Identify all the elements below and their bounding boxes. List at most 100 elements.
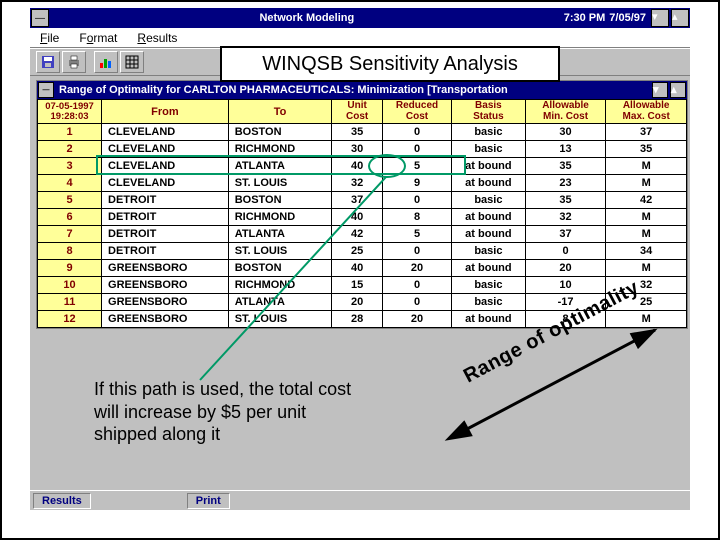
- overlay-title: WINQSB Sensitivity Analysis: [220, 46, 560, 82]
- cell-basis-status: basic: [452, 124, 526, 141]
- clock-date: 7/05/97: [609, 12, 650, 24]
- cell-allow-min: 32: [525, 209, 606, 226]
- menu-results[interactable]: Results: [127, 29, 187, 47]
- cell-to: ATLANTA: [228, 158, 332, 175]
- cell-basis-status: at bound: [452, 158, 526, 175]
- row-number: 4: [38, 175, 102, 192]
- col-allowable-min: AllowableMin. Cost: [525, 100, 606, 124]
- doc-minimize-button[interactable]: ▾: [652, 82, 668, 98]
- cell-basis-status: basic: [452, 277, 526, 294]
- cell-allow-min: 13: [525, 141, 606, 158]
- maximize-button[interactable]: ▴: [671, 9, 689, 27]
- cell-from: CLEVELAND: [102, 158, 229, 175]
- table-row[interactable]: 3CLEVELANDATLANTA405at bound35M: [38, 158, 687, 175]
- table-row[interactable]: 6DETROITRICHMOND408at bound32M: [38, 209, 687, 226]
- menu-file[interactable]: File: [30, 29, 69, 47]
- table-row[interactable]: 1CLEVELANDBOSTON350basic3037: [38, 124, 687, 141]
- cell-basis-status: at bound: [452, 260, 526, 277]
- table-row[interactable]: 8DETROITST. LOUIS250basic034: [38, 243, 687, 260]
- cell-unit-cost: 37: [332, 192, 383, 209]
- chart-icon[interactable]: [94, 51, 118, 73]
- document-window: — Range of Optimality for CARLTON PHARMA…: [36, 80, 688, 329]
- cell-from: DETROIT: [102, 226, 229, 243]
- cell-allow-min: 10: [525, 277, 606, 294]
- cell-from: DETROIT: [102, 243, 229, 260]
- cell-allow-max: M: [606, 158, 687, 175]
- table-row[interactable]: 7DETROITATLANTA425at bound37M: [38, 226, 687, 243]
- cell-from: GREENSBORO: [102, 277, 229, 294]
- cell-allow-max: M: [606, 260, 687, 277]
- cell-from: GREENSBORO: [102, 311, 229, 328]
- cell-unit-cost: 32: [332, 175, 383, 192]
- cell-reduced-cost: 0: [382, 124, 451, 141]
- cell-allow-min: 20: [525, 260, 606, 277]
- cell-unit-cost: 20: [332, 294, 383, 311]
- cell-reduced-cost: 0: [382, 277, 451, 294]
- row-number: 1: [38, 124, 102, 141]
- doc-maximize-button[interactable]: ▴: [670, 82, 686, 98]
- cell-allow-max: M: [606, 175, 687, 192]
- col-allowable-max: AllowableMax. Cost: [606, 100, 687, 124]
- cell-reduced-cost: 0: [382, 141, 451, 158]
- explanation-caption: If this path is used, the total cost wil…: [94, 378, 424, 446]
- cell-reduced-cost: 20: [382, 260, 451, 277]
- cell-basis-status: at bound: [452, 226, 526, 243]
- cell-from: CLEVELAND: [102, 124, 229, 141]
- print-icon[interactable]: [62, 51, 86, 73]
- cell-to: ST. LOUIS: [228, 311, 332, 328]
- cell-to: BOSTON: [228, 260, 332, 277]
- minimize-button[interactable]: ▾: [651, 9, 669, 27]
- table-row[interactable]: 5DETROITBOSTON370basic3542: [38, 192, 687, 209]
- cell-unit-cost: 28: [332, 311, 383, 328]
- row-number: 12: [38, 311, 102, 328]
- col-basis-status: BasisStatus: [452, 100, 526, 124]
- cell-to: BOSTON: [228, 192, 332, 209]
- col-from: From: [102, 100, 229, 124]
- cell-to: RICHMOND: [228, 141, 332, 158]
- cell-basis-status: at bound: [452, 209, 526, 226]
- cell-allow-min: 0: [525, 243, 606, 260]
- cell-from: GREENSBORO: [102, 294, 229, 311]
- row-number: 6: [38, 209, 102, 226]
- table-row[interactable]: 10GREENSBORORICHMOND150basic1032: [38, 277, 687, 294]
- cell-unit-cost: 40: [332, 260, 383, 277]
- cell-reduced-cost: 5: [382, 226, 451, 243]
- cell-to: ST. LOUIS: [228, 243, 332, 260]
- col-unit-cost: UnitCost: [332, 100, 383, 124]
- cell-basis-status: basic: [452, 192, 526, 209]
- menu-format[interactable]: Format: [69, 29, 127, 47]
- cell-reduced-cost: 0: [382, 243, 451, 260]
- cell-reduced-cost: 8: [382, 209, 451, 226]
- row-number: 7: [38, 226, 102, 243]
- cell-unit-cost: 15: [332, 277, 383, 294]
- cell-allow-min: 30: [525, 124, 606, 141]
- cell-allow-max: 37: [606, 124, 687, 141]
- cell-unit-cost: 25: [332, 243, 383, 260]
- cell-unit-cost: 40: [332, 209, 383, 226]
- doc-system-menu-icon[interactable]: —: [38, 82, 54, 98]
- clock-time: 7:30 PM: [564, 12, 610, 24]
- row-number: 2: [38, 141, 102, 158]
- save-icon[interactable]: [36, 51, 60, 73]
- cell-from: CLEVELAND: [102, 175, 229, 192]
- cell-to: ATLANTA: [228, 226, 332, 243]
- cell-to: ST. LOUIS: [228, 175, 332, 192]
- table-row[interactable]: 2CLEVELANDRICHMOND300basic1335: [38, 141, 687, 158]
- cell-allow-max: M: [606, 226, 687, 243]
- cell-reduced-cost: 9: [382, 175, 451, 192]
- col-reduced-cost: ReducedCost: [382, 100, 451, 124]
- cell-unit-cost: 30: [332, 141, 383, 158]
- cell-from: DETROIT: [102, 192, 229, 209]
- system-menu-icon[interactable]: —: [31, 9, 49, 27]
- doc-title: Range of Optimality for CARLTON PHARMACE…: [55, 84, 651, 96]
- cell-allow-min: 35: [525, 158, 606, 175]
- cell-allow-max: 35: [606, 141, 687, 158]
- row-number: 9: [38, 260, 102, 277]
- row-number: 5: [38, 192, 102, 209]
- grid-icon[interactable]: [120, 51, 144, 73]
- table-row[interactable]: 4CLEVELANDST. LOUIS329at bound23M: [38, 175, 687, 192]
- table-row[interactable]: 9GREENSBOROBOSTON4020at bound20M: [38, 260, 687, 277]
- cell-allow-max: 42: [606, 192, 687, 209]
- results-table: 07-05-199719:28:03 From To UnitCost Redu…: [37, 99, 687, 328]
- cell-allow-max: 34: [606, 243, 687, 260]
